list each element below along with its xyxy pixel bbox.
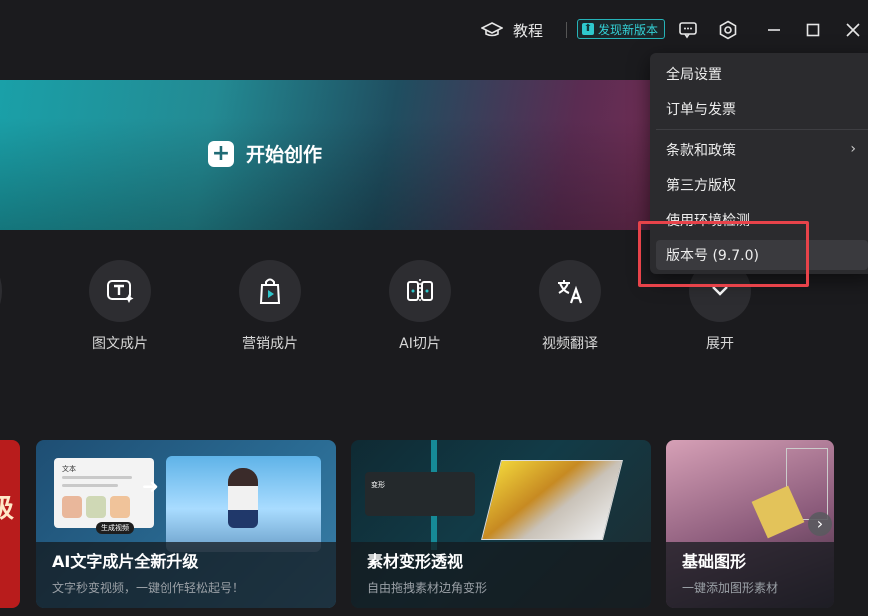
tool-partial-left[interactable] (0, 260, 2, 322)
settings-icon[interactable] (716, 16, 740, 44)
arrow-icon: ➜ (142, 474, 159, 498)
menu-item-label: 订单与发票 (666, 102, 736, 118)
avatar-illustration (110, 496, 130, 518)
menu-item-label: 条款和政策 (666, 143, 736, 159)
tool-marketing-video[interactable]: 营销成片 (215, 260, 325, 353)
new-version-label: 发现新版本 (598, 22, 659, 37)
start-create-banner[interactable]: + 开始创作 (0, 80, 700, 230)
menu-divider (656, 129, 868, 130)
tool-video-translate[interactable]: 视频翻译 (515, 260, 625, 353)
title-bar: 教程 ⬆ 发现新版本 (0, 0, 868, 60)
menu-item-terms-policies[interactable]: 条款和政策 › (656, 135, 868, 165)
tool-label: 图文成片 (92, 336, 148, 352)
plus-icon: + (208, 140, 234, 167)
topbar-separator (566, 22, 567, 38)
graduation-cap-icon (481, 21, 503, 39)
menu-item-orders-invoices[interactable]: 订单与发票 (656, 94, 868, 124)
avatar-illustration (86, 496, 106, 518)
card-subtitle: 一键添加图形素材 (682, 581, 779, 595)
tool-label: 视频翻译 (542, 336, 598, 352)
chevron-right-icon: › (816, 514, 824, 533)
menu-item-global-settings[interactable]: 全局设置 (656, 59, 868, 89)
sunflower-cat-photo (481, 460, 623, 540)
text-to-video-icon (89, 260, 151, 322)
menu-item-label: 全局设置 (666, 67, 722, 83)
tool-ai-clip[interactable]: AI切片 (365, 260, 475, 353)
doc-line (62, 476, 132, 479)
start-create-button[interactable]: + 开始创作 (208, 140, 322, 167)
card-subtitle: 文字秒变视频，一键创作轻松起号！ (52, 581, 245, 595)
tool-label: 展开 (706, 336, 734, 352)
doc-label: 文本 (62, 465, 76, 473)
card-title: 素材变形透视 (367, 552, 464, 571)
promo-card-ai-text-video[interactable]: 文本 ➜ 生成视频 AI文字成片全新升级 文字秒变视频，一键创作轻松起号！ (36, 440, 336, 608)
menu-item-label: 第三方版权 (666, 178, 736, 194)
translate-icon (539, 260, 601, 322)
feedback-icon[interactable] (676, 16, 700, 44)
promo-card-material-transform[interactable]: 变形 素材变形透视 自由拖拽素材边角变形 (351, 440, 651, 608)
shopping-bag-icon (239, 260, 301, 322)
card-accent-text: 级 (0, 494, 15, 524)
avatar-illustration (62, 496, 82, 518)
tutorial-label: 教程 (513, 21, 544, 40)
card-title: 基础图形 (682, 552, 747, 571)
card-subtitle: 自由拖拽素材边角变形 (367, 581, 488, 595)
tool-text-to-video[interactable]: 图文成片 (65, 260, 175, 353)
start-create-label: 开始创作 (246, 144, 323, 166)
clip-icon (389, 260, 451, 322)
carousel-next-button[interactable]: › (808, 512, 832, 536)
tool-label: AI切片 (399, 336, 441, 352)
tutorial-button[interactable]: 教程 (481, 16, 543, 44)
tool-label: 营销成片 (242, 336, 298, 352)
character-illustration (228, 468, 258, 528)
chevron-right-icon: › (850, 141, 856, 157)
generate-video-badge: 生成视频 (96, 522, 134, 534)
new-version-button[interactable]: ⬆ 发现新版本 (577, 19, 666, 39)
upgrade-arrow-icon: ⬆ (582, 23, 594, 35)
app-window: 教程 ⬆ 发现新版本 + 开始创作 图文成片 营销成片 AI切片 视频翻译 展开… (0, 0, 868, 616)
anime-scene-illustration (166, 456, 321, 552)
close-icon[interactable] (841, 16, 865, 44)
transform-chip: 变形 (371, 481, 385, 489)
doc-line (62, 484, 118, 487)
annotation-highlight-box (638, 221, 809, 287)
minimize-icon[interactable] (762, 16, 786, 44)
card-title: AI文字成片全新升级 (52, 552, 199, 571)
document-illustration: 文本 (54, 458, 154, 528)
maximize-icon[interactable] (801, 16, 825, 44)
promo-card-partial[interactable]: 级 (0, 440, 20, 608)
transform-panel-illustration: 变形 (365, 472, 475, 516)
menu-item-third-party-copyright[interactable]: 第三方版权 (656, 170, 868, 200)
